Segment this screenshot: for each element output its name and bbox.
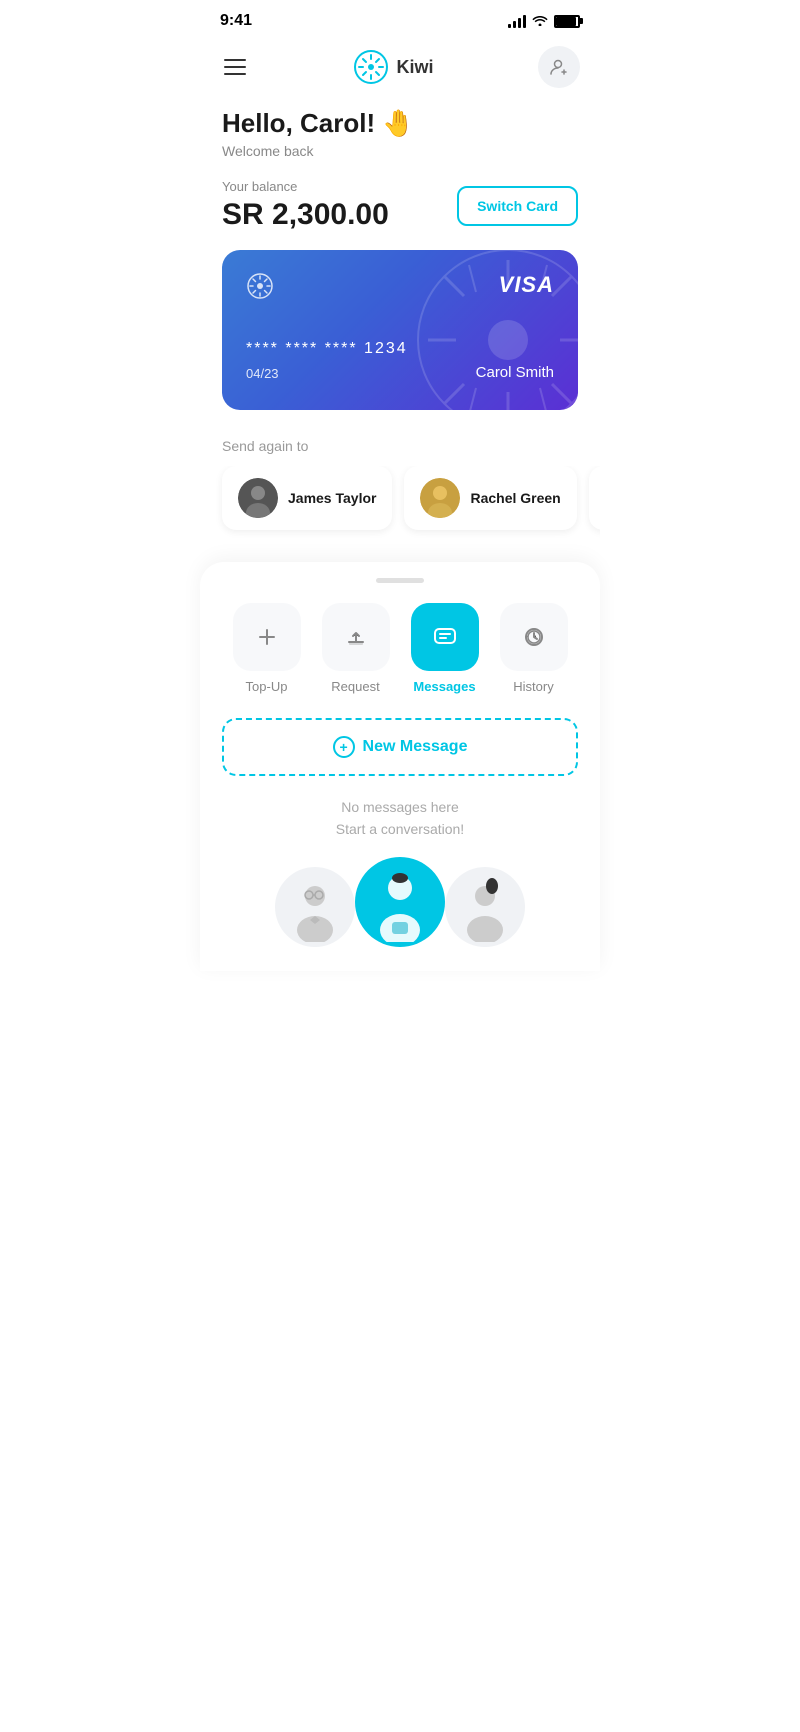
- main-content: Hello, Carol! 🤚 Welcome back Your balanc…: [200, 108, 600, 538]
- new-message-label: New Message: [363, 738, 468, 756]
- contact-ac[interactable]: [589, 466, 600, 530]
- balance-info: Your balance SR 2,300.00: [222, 179, 389, 232]
- topup-icon-box[interactable]: [233, 603, 301, 671]
- logo: Kiwi: [354, 50, 433, 84]
- new-message-plus-icon: +: [333, 736, 355, 758]
- action-request[interactable]: Request: [311, 603, 400, 694]
- action-topup[interactable]: Top-Up: [222, 603, 311, 694]
- greeting-section: Hello, Carol! 🤚 Welcome back: [222, 108, 578, 159]
- credit-card[interactable]: VISA **** **** **** 1234 04/23 Carol Smi…: [222, 250, 578, 410]
- plus-icon: [255, 625, 279, 649]
- send-again-label: Send again to: [222, 438, 578, 454]
- status-bar: 9:41: [200, 0, 600, 36]
- contact-james-taylor[interactable]: James Taylor: [222, 466, 392, 530]
- bottom-sheet: Top-Up Request Messages: [200, 562, 600, 971]
- messages-icon: [432, 624, 458, 650]
- upload-icon: [344, 625, 368, 649]
- illustration-figure-left: [275, 867, 355, 947]
- profile-button[interactable]: [538, 46, 580, 88]
- greeting-title: Hello, Carol! 🤚: [222, 108, 578, 139]
- card-watermark: [408, 250, 578, 410]
- status-icons: [508, 13, 580, 29]
- battery-icon: [554, 15, 580, 28]
- balance-amount: SR 2,300.00: [222, 198, 389, 232]
- avatar-james-taylor: [238, 478, 278, 518]
- messages-icon-box[interactable]: [411, 603, 479, 671]
- card-kiwi-icon: [246, 272, 274, 300]
- contacts-row: James Taylor Rachel Green: [200, 466, 600, 538]
- illustration-figure-center: [355, 857, 445, 947]
- illustration: [222, 857, 578, 947]
- avatar-rachel-green: [420, 478, 460, 518]
- signal-icon: [508, 14, 526, 28]
- menu-button[interactable]: [220, 55, 250, 79]
- contact-rachel-green[interactable]: Rachel Green: [404, 466, 576, 530]
- illustration-figure-right: [445, 867, 525, 947]
- contact-name-james: James Taylor: [288, 490, 376, 506]
- wifi-icon: [532, 13, 548, 29]
- request-icon-box[interactable]: [322, 603, 390, 671]
- switch-card-button[interactable]: Switch Card: [457, 186, 578, 226]
- header: Kiwi: [200, 36, 600, 108]
- request-label: Request: [331, 679, 379, 694]
- empty-state-line2: Start a conversation!: [222, 818, 578, 840]
- history-label: History: [513, 679, 553, 694]
- greeting-subtitle: Welcome back: [222, 143, 578, 159]
- actions-row: Top-Up Request Messages: [222, 603, 578, 694]
- person-add-icon: [549, 57, 569, 77]
- history-icon-box[interactable]: [500, 603, 568, 671]
- messages-label: Messages: [413, 679, 475, 694]
- action-messages[interactable]: Messages: [400, 603, 489, 694]
- card-expiry: 04/23: [246, 366, 279, 381]
- balance-section: Your balance SR 2,300.00 Switch Card: [222, 179, 578, 232]
- action-history[interactable]: History: [489, 603, 578, 694]
- kiwi-logo-icon: [354, 50, 388, 84]
- logo-text: Kiwi: [396, 57, 433, 78]
- empty-state-line1: No messages here: [222, 796, 578, 818]
- new-message-button[interactable]: + New Message: [222, 718, 578, 776]
- sheet-handle: [376, 578, 424, 583]
- topup-label: Top-Up: [246, 679, 288, 694]
- history-icon: [522, 625, 546, 649]
- status-time: 9:41: [220, 12, 252, 30]
- empty-state: No messages here Start a conversation!: [222, 796, 578, 841]
- balance-label: Your balance: [222, 179, 389, 194]
- contact-name-rachel: Rachel Green: [470, 490, 560, 506]
